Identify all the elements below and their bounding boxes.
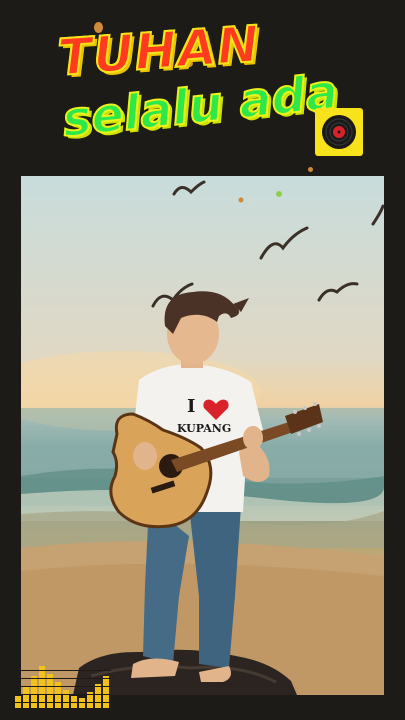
- photo-illustration: I KUPANG: [21, 180, 384, 695]
- seagull: [151, 180, 384, 308]
- beach-guitarist-photo: I KUPANG: [21, 176, 384, 695]
- shirt-letter: I: [187, 396, 195, 417]
- vinyl-record-button[interactable]: [315, 108, 363, 156]
- shirt-place: KUPANG: [177, 422, 231, 435]
- vinyl-record-icon: [322, 115, 356, 149]
- equalizer-icon: [15, 666, 111, 708]
- confetti-dot: [308, 167, 313, 172]
- title-banner: TUHAN selalu ada: [0, 0, 405, 175]
